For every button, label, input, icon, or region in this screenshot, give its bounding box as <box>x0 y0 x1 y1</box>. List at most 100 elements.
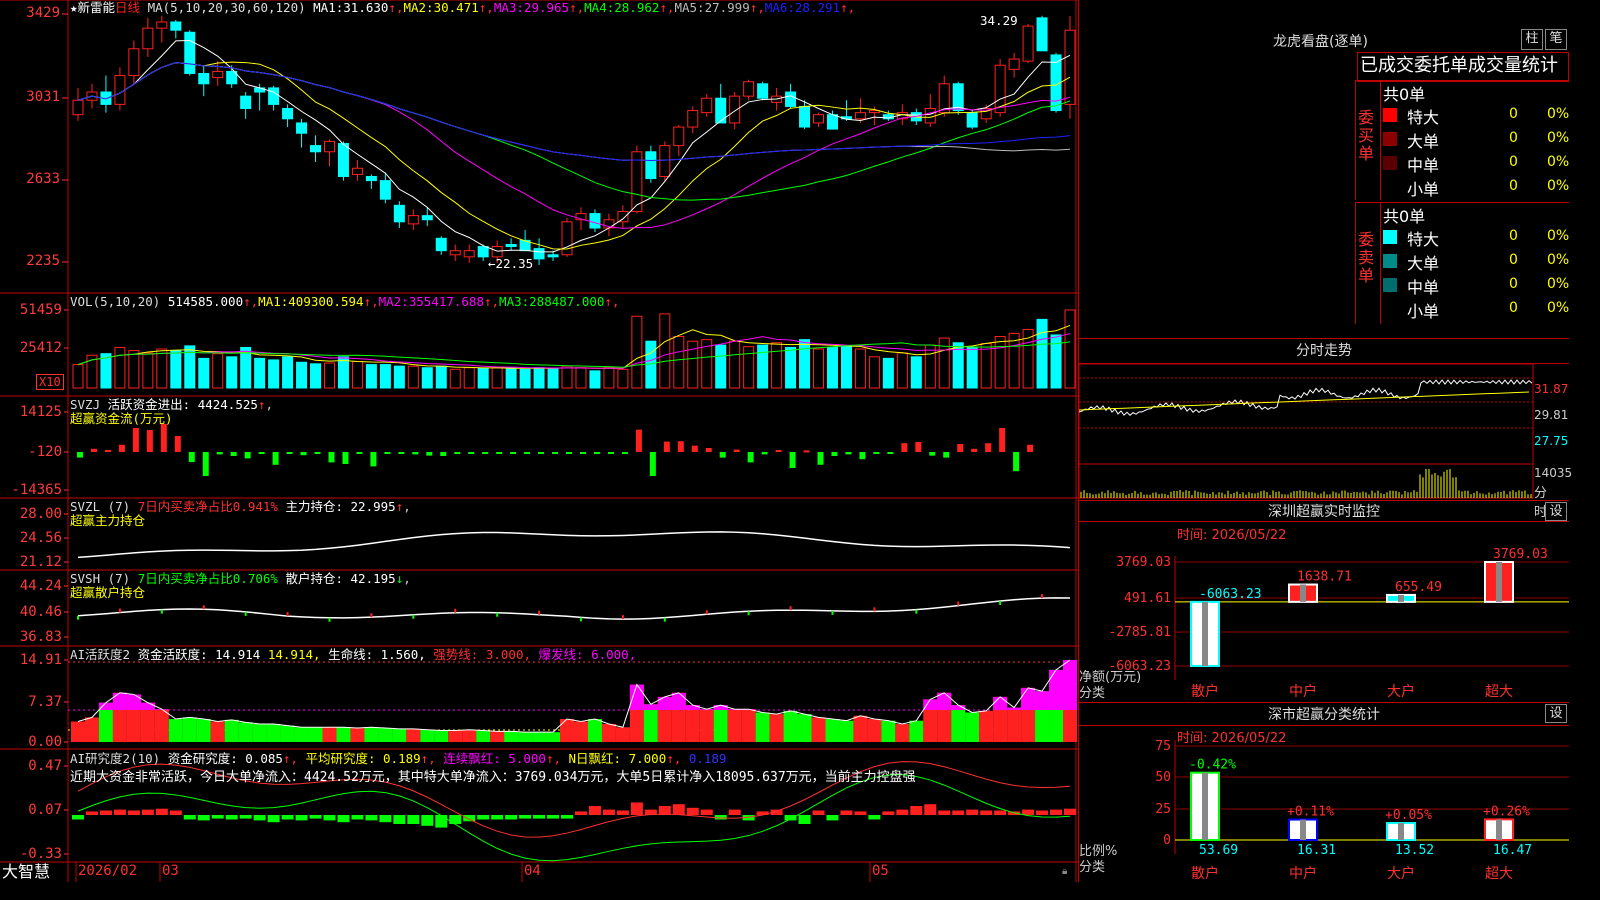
period-label[interactable]: 日线 <box>115 0 140 15</box>
order-color-swatch <box>1383 108 1397 122</box>
fund-flow-bar <box>342 452 348 464</box>
volume-bar <box>394 366 404 388</box>
high-price-label: 34.29 <box>980 14 1018 28</box>
svzj-title: 活跃资金进出: <box>108 397 191 412</box>
research-bar <box>813 811 825 816</box>
svzl-tick: 21.12 <box>0 554 62 570</box>
fund-flow-bar <box>971 449 977 452</box>
volume-bar <box>199 358 209 388</box>
fund-flow-bar <box>175 436 181 452</box>
activity-burst <box>1063 660 1077 710</box>
column-view-button[interactable]: 柱 <box>1521 29 1543 50</box>
activity-bar <box>742 709 756 742</box>
classify-settings-button[interactable]: 设 <box>1545 704 1567 723</box>
activity-bar <box>560 719 574 742</box>
order-color-swatch <box>1383 254 1397 268</box>
intraday-frame <box>1079 364 1533 498</box>
ma-name: MA6: <box>765 0 795 15</box>
tick-view-button[interactable]: 笔 <box>1545 29 1567 50</box>
candle-body <box>129 49 139 76</box>
order-row: 小单 0 0% <box>1383 175 1571 197</box>
category-label: 散户 <box>1191 865 1219 882</box>
volume-bar <box>548 369 558 389</box>
order-percent: 0% <box>1547 154 1569 170</box>
candle-body <box>199 73 209 83</box>
bar-value-label: 16.31 <box>1297 843 1336 858</box>
lock-icon[interactable]: 🔒︎ <box>1062 866 1067 877</box>
volume-bar <box>492 368 502 388</box>
date-label: 03 <box>162 864 179 878</box>
brand-label[interactable]: 大智慧 <box>2 862 50 882</box>
research-bar <box>212 815 224 819</box>
intraday-chart[interactable] <box>1079 364 1569 500</box>
bar-shade <box>1202 773 1208 840</box>
order-row: 特大 0 0% <box>1383 103 1571 125</box>
vol-number: 409300.594 <box>288 294 363 309</box>
research-bar <box>463 815 475 821</box>
research-bar <box>226 815 238 820</box>
research-bar <box>882 811 894 815</box>
fund-flow-bar <box>720 452 726 458</box>
candle-body <box>408 216 418 224</box>
fund-flow-bar <box>706 448 712 452</box>
svzl-hold-label: 主力持仓: <box>285 499 343 514</box>
research-bar <box>184 815 196 820</box>
vol-tick: 25412 <box>0 340 62 356</box>
fund-flow-bar <box>818 452 824 465</box>
bar-shade <box>1300 585 1306 602</box>
candle-body <box>953 84 963 111</box>
up-arrow: ↑, <box>479 0 494 15</box>
volume-bar <box>827 347 837 388</box>
volume-bar <box>1009 333 1019 388</box>
activity-burst <box>658 697 672 710</box>
research-bar <box>128 811 140 816</box>
classify-xlabel: 分类 <box>1079 856 1105 875</box>
activity-bar <box>476 731 490 742</box>
order-size-label: 特大 <box>1407 226 1439 250</box>
price-header: ★新雷能日线 MA(5,10,20,30,60,120) MA1:31.630↑… <box>70 1 855 15</box>
order-count: 0 <box>1509 154 1518 170</box>
research-bar <box>980 811 992 816</box>
activity-bar <box>546 732 560 742</box>
research-bar <box>952 811 964 816</box>
buy-orders-block: 委买单 共0单 特大 0 0% 大单 0 0% 中单 0 0% 小单 0 0% <box>1355 80 1569 200</box>
order-count: 0 <box>1509 106 1518 122</box>
activity-bar <box>700 709 714 742</box>
volume-bar <box>450 369 460 388</box>
candle-body <box>855 113 865 119</box>
research-bar <box>854 811 866 815</box>
activity-bar <box>169 719 183 742</box>
category-label: 大户 <box>1387 683 1415 700</box>
realtime-settings-button[interactable]: 设 <box>1545 502 1567 521</box>
fund-flow-bar <box>524 452 530 454</box>
ai-label: AI活跃度2 <box>70 647 138 662</box>
ai2-tick: 0.47 <box>0 758 62 774</box>
research-bar <box>435 815 447 828</box>
up-arrow: ↑, <box>283 751 306 766</box>
activity-burst <box>714 705 728 710</box>
kline-chart-area[interactable] <box>0 0 1078 882</box>
date-label: 2026/02 <box>78 864 137 878</box>
ai-item: 强势线: 3.000, <box>433 647 538 662</box>
vol-number: 514585.000 <box>168 294 243 309</box>
research-bar <box>994 811 1006 816</box>
activity-bar <box>728 709 742 742</box>
svzl-value: 22.995 <box>351 499 396 514</box>
volume-bar <box>897 353 907 388</box>
category-label: 散户 <box>1191 683 1219 700</box>
research-bar <box>114 810 126 815</box>
svzl-header: SVZL (7) 7日内买卖净占比0.941% 主力持仓: 22.995↑, <box>70 500 411 514</box>
research-bar <box>282 815 294 820</box>
activity-bar <box>979 711 993 742</box>
bar-change-label: -0.42% <box>1189 758 1236 773</box>
activity-bar <box>867 719 881 742</box>
order-size-label: 小单 <box>1407 298 1439 322</box>
activity-bar <box>253 724 267 742</box>
vol-name: MA2: <box>379 294 409 309</box>
candle-body <box>241 96 251 108</box>
activity-burst <box>644 704 658 710</box>
fund-flow-bar <box>287 452 293 454</box>
candle-body <box>800 106 810 127</box>
research-bar <box>826 815 838 820</box>
activity-bar <box>616 727 630 742</box>
